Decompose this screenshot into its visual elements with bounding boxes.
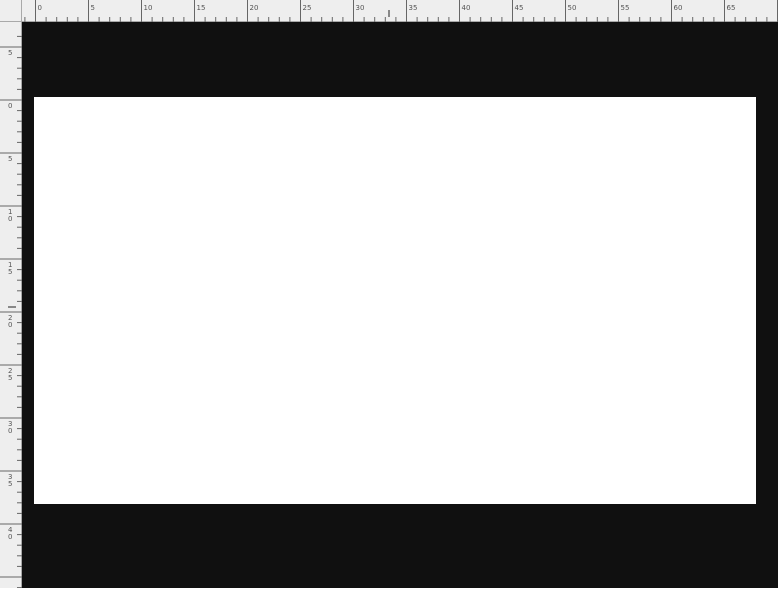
ruler-label: 25	[303, 4, 312, 12]
ruler-label: 0	[8, 321, 12, 329]
ruler-label: 55	[621, 4, 630, 12]
ruler-label: 15	[197, 4, 206, 12]
ruler-label: 10	[144, 4, 153, 12]
vertical-ruler[interactable]: 50510152025303540	[0, 22, 22, 589]
ruler-label: 0	[8, 533, 12, 541]
ruler-label: 30	[356, 4, 365, 12]
ruler-label: 40	[462, 4, 471, 12]
ruler-label: 5	[8, 49, 12, 57]
document-page[interactable]	[34, 97, 756, 504]
ruler-label: 0	[38, 4, 42, 12]
vertical-ruler-ticks: 50510152025303540	[0, 35, 22, 589]
ruler-label: 50	[568, 4, 577, 12]
ruler-label: 5	[8, 268, 12, 276]
ruler-label: 5	[8, 155, 12, 163]
ruler-label: 5	[91, 4, 95, 12]
ruler-label: 5	[8, 374, 12, 382]
horizontal-ruler[interactable]: 0 5 10 15 20 25 30 35 40 45 50 55 60 65	[22, 0, 778, 22]
ruler-label: 0	[8, 427, 12, 435]
ruler-label: 35	[409, 4, 418, 12]
workspace-window: 0 5 10 15 20 25 30 35 40 45 50 55 60 65 5051015202530…	[0, 0, 778, 589]
ruler-label: 60	[674, 4, 683, 12]
ruler-label: 20	[250, 4, 259, 12]
ruler-label: 0	[8, 215, 12, 223]
pasteboard[interactable]	[22, 22, 778, 588]
ruler-label: 0	[8, 102, 12, 110]
ruler-label: 45	[515, 4, 524, 12]
horizontal-ruler-ticks: 0 5 10 15 20 25 30 35 40 45 50 55 60 65	[24, 0, 778, 22]
ruler-label: 5	[8, 480, 12, 488]
ruler-origin-corner[interactable]	[0, 0, 22, 22]
ruler-label: 65	[727, 4, 736, 12]
